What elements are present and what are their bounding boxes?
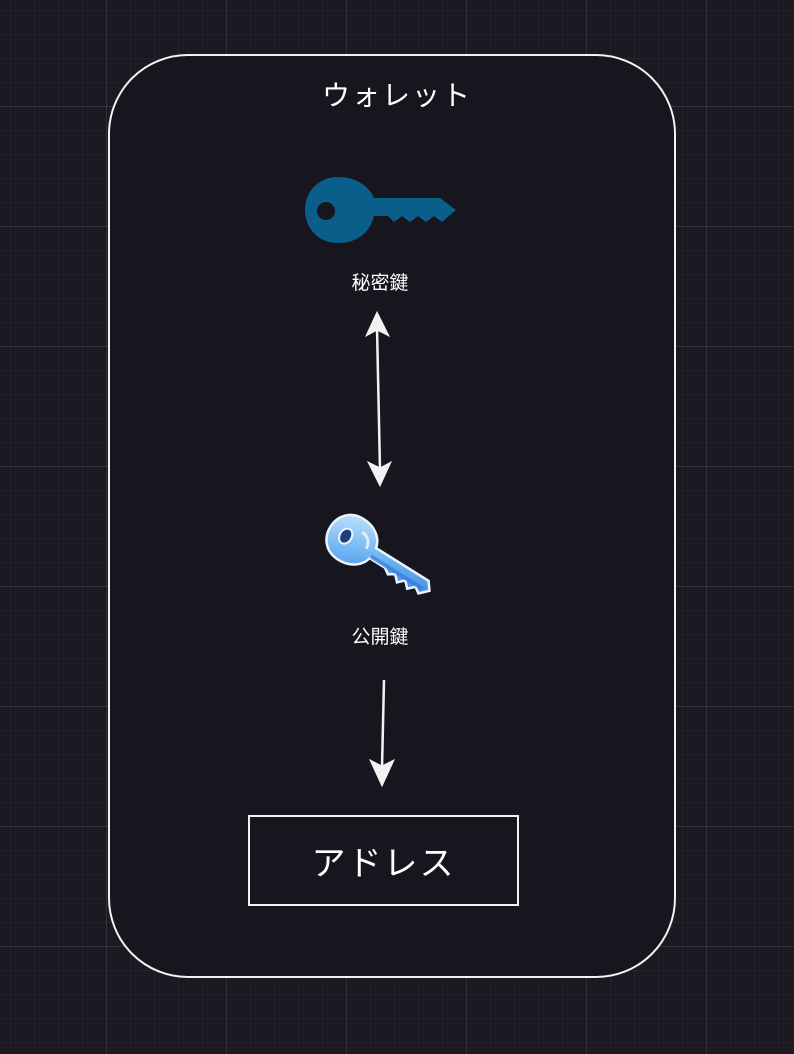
public-key-shape: [325, 513, 431, 595]
private-key-icon: [305, 177, 456, 243]
address-label: アドレス: [311, 844, 456, 884]
public-key-label: 公開鍵: [351, 626, 409, 648]
wallet-title: ウォレット: [321, 79, 472, 112]
address-node: アドレス: [248, 815, 519, 906]
private-key-label: 秘密鍵: [351, 272, 409, 294]
private-key-shape: [305, 177, 456, 243]
public-key-icon: [325, 513, 431, 595]
